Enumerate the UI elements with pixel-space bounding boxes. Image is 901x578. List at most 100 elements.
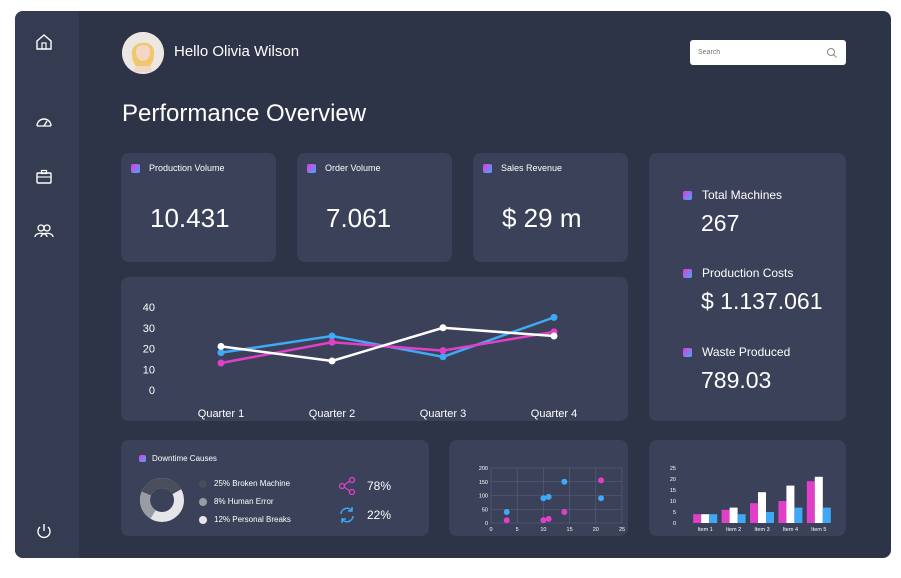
scatter-point: [598, 477, 605, 484]
share-icon[interactable]: [337, 476, 357, 501]
line-chart-card: 0 10 20 30 40 Quarter 1 Quarter 2 Quarter 3 Quar…: [121, 277, 628, 421]
y-tick-label: 20: [143, 344, 155, 356]
bar: [806, 481, 815, 523]
stat-label-row: Order Volume: [307, 163, 381, 173]
stat-card-production-volume: Production Volume 10.431: [121, 153, 276, 262]
scatter-point: [503, 509, 510, 515]
search-icon[interactable]: [826, 46, 838, 64]
scatter-point: [545, 493, 552, 500]
bar: [758, 492, 766, 523]
downtime-legend-label: 25% Broken Machine: [214, 479, 291, 488]
y-tick-label: 150: [479, 480, 488, 486]
stat-label: Order Volume: [325, 163, 381, 173]
app-window: Hello Olivia Wilson Performance Overview…: [15, 11, 891, 558]
data-point: [550, 313, 558, 321]
stat-value: $ 29 m: [502, 203, 582, 233]
x-tick-label: Quarter 2: [309, 408, 355, 420]
scatter-point: [540, 495, 547, 502]
stat-card-sales-revenue: Sales Revenue $ 29 m: [473, 153, 628, 262]
legend-square-icon: [683, 347, 692, 357]
x-tick-label: Item 2: [726, 527, 741, 533]
downtime-title-row: Downtime Causes: [139, 454, 217, 463]
y-tick-label: 30: [143, 323, 155, 335]
downtime-card: Downtime Causes 25% Broken Machine 8% Hu…: [121, 440, 429, 536]
search-input[interactable]: [698, 49, 818, 56]
series-line: [220, 330, 555, 365]
bar: [822, 507, 831, 523]
legend-square-icon: [131, 163, 140, 173]
stat-value: 10.431: [150, 203, 230, 233]
y-tick-label: 20: [670, 477, 676, 483]
bar: [701, 514, 710, 523]
bar: [737, 514, 746, 523]
bar: [750, 503, 758, 523]
summary-label-row: Production Costs: [683, 266, 793, 280]
refresh-icon[interactable]: [337, 505, 357, 530]
summary-label: Waste Produced: [702, 345, 791, 359]
legend-square-icon: [483, 163, 492, 173]
data-point: [217, 342, 225, 350]
data-point: [550, 332, 558, 340]
bar: [709, 514, 718, 523]
y-tick-label: 10: [670, 499, 676, 505]
scatter-point: [545, 515, 552, 522]
scatter-point: [561, 509, 568, 515]
y-tick-label: 200: [479, 466, 488, 472]
y-tick-label: 50: [482, 507, 488, 513]
bar: [693, 514, 702, 523]
legend-square-icon: [683, 268, 692, 278]
scatter-point: [540, 517, 547, 524]
y-tick-label: 10: [143, 364, 155, 376]
y-tick-label: 100: [479, 494, 488, 500]
x-tick-label: Item 5: [811, 527, 826, 533]
summary-label: Total Machines: [702, 188, 783, 202]
series-line: [220, 316, 555, 359]
data-point: [217, 359, 225, 367]
share-percentage: 78%: [367, 479, 392, 493]
summary-card: Total Machines 267 Production Costs $ 1.…: [649, 153, 846, 421]
scatter-point: [503, 517, 510, 524]
summary-label-row: Waste Produced: [683, 345, 790, 359]
greeting-text: Hello Olivia Wilson: [174, 43, 300, 60]
x-tick-label: 0: [489, 527, 492, 533]
scatter-chart: 0 50 100 150 200 0 5 10 15 20 25: [479, 466, 625, 533]
bar: [729, 507, 738, 523]
downtime-legend-item: 12% Personal Breaks: [199, 515, 291, 524]
x-tick-label: 5: [516, 527, 519, 533]
y-tick-label: 40: [143, 302, 155, 314]
bar: [778, 501, 787, 523]
data-point: [439, 324, 447, 332]
summary-value: 789.03: [701, 367, 772, 393]
data-point: [328, 357, 336, 365]
x-tick-label: 15: [567, 527, 573, 533]
y-tick-label: 25: [670, 466, 676, 472]
y-tick-label: 0: [149, 385, 155, 397]
summary-label-row: Total Machines: [683, 188, 782, 202]
bar: [814, 476, 823, 523]
legend-square-icon: [683, 190, 692, 200]
y-tick-label: 0: [673, 521, 676, 527]
search-box[interactable]: [690, 40, 846, 65]
x-tick-label: Quarter 3: [420, 408, 466, 420]
y-tick-label: 5: [673, 510, 676, 516]
main-content: Hello Olivia Wilson Performance Overview…: [15, 11, 891, 558]
stat-card-order-volume: Order Volume 7.061: [297, 153, 452, 262]
bar: [766, 512, 774, 523]
summary-label: Production Costs: [702, 266, 794, 280]
avatar[interactable]: [122, 32, 164, 74]
bar-chart-card: 0 5 10 15 20 25 Item 1 Item 2 Item 3 Item 4 Item 5: [649, 440, 846, 536]
downtime-legend-item: 25% Broken Machine: [199, 479, 290, 488]
line-chart: 0 10 20 30 40 Quarter 1 Quarter 2 Quarter 3 Quar…: [143, 302, 577, 420]
bar: [794, 507, 803, 523]
stat-value: 7.061: [326, 203, 392, 233]
stat-label: Sales Revenue: [501, 163, 563, 173]
data-point: [439, 353, 447, 361]
legend-dot-icon: [199, 497, 207, 506]
legend-square-icon: [307, 163, 316, 173]
bar: [786, 485, 795, 523]
legend-dot-icon: [199, 479, 207, 488]
x-tick-label: Item 4: [783, 527, 798, 533]
downtime-donut-chart: [140, 478, 184, 522]
x-tick-label: Quarter 1: [198, 408, 244, 420]
data-point: [328, 332, 336, 340]
